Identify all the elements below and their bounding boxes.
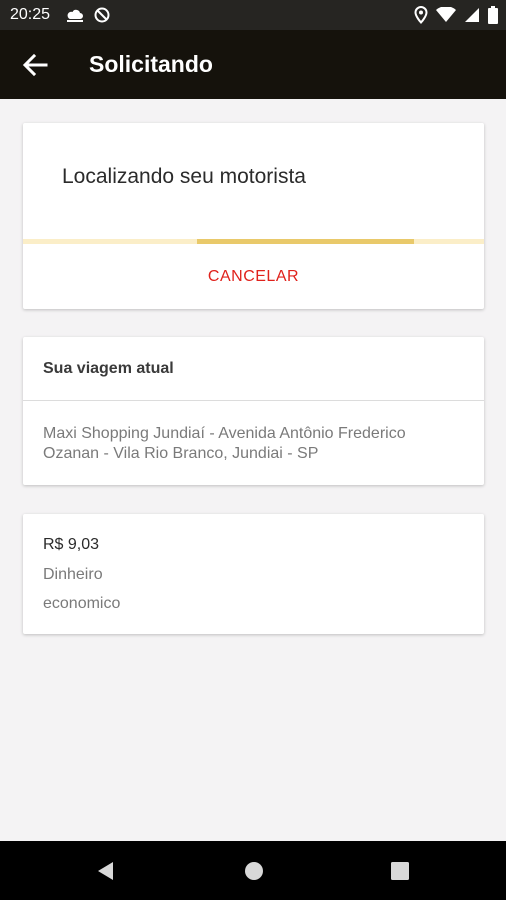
status-time: 20:25 bbox=[10, 6, 51, 23]
fare-card: R$ 9,03 Dinheiro economico bbox=[23, 514, 484, 634]
home-circle-icon bbox=[245, 862, 263, 880]
status-system-icons bbox=[414, 6, 498, 24]
fare-price: R$ 9,03 bbox=[43, 536, 100, 553]
nav-recents-button[interactable] bbox=[389, 860, 411, 882]
signal-icon bbox=[465, 8, 479, 22]
nav-back-button[interactable] bbox=[95, 860, 117, 882]
back-button[interactable] bbox=[20, 51, 50, 79]
trip-destination-address: Maxi Shopping Jundiaí - Avenida Antônio … bbox=[43, 425, 406, 462]
app-bar: Solicitando bbox=[0, 30, 506, 99]
recents-square-icon bbox=[391, 862, 409, 880]
battery-icon bbox=[488, 6, 498, 24]
system-nav-bar bbox=[0, 841, 506, 900]
back-triangle-icon bbox=[98, 862, 113, 880]
status-bar: 20:25 bbox=[0, 0, 506, 30]
location-icon bbox=[414, 6, 428, 24]
nav-home-button[interactable] bbox=[243, 860, 265, 882]
arrow-left-icon bbox=[22, 53, 48, 77]
trip-header-label: Sua viagem atual bbox=[43, 360, 174, 377]
page-title: Solicitando bbox=[89, 51, 213, 77]
ride-category: economico bbox=[43, 595, 121, 612]
searching-driver-card: Localizando seu motorista CANCELAR bbox=[23, 123, 484, 309]
wifi-icon bbox=[436, 7, 456, 22]
payment-method: Dinheiro bbox=[43, 566, 103, 583]
cancel-button[interactable]: CANCELAR bbox=[23, 244, 484, 309]
blocked-icon bbox=[94, 7, 110, 23]
cloud-icon bbox=[67, 9, 83, 22]
searching-message: Localizando seu motorista bbox=[62, 165, 306, 188]
trip-card-header: Sua viagem atual bbox=[23, 337, 484, 401]
current-trip-card: Sua viagem atual Maxi Shopping Jundiaí -… bbox=[23, 337, 484, 485]
status-notification-icons bbox=[66, 7, 110, 23]
